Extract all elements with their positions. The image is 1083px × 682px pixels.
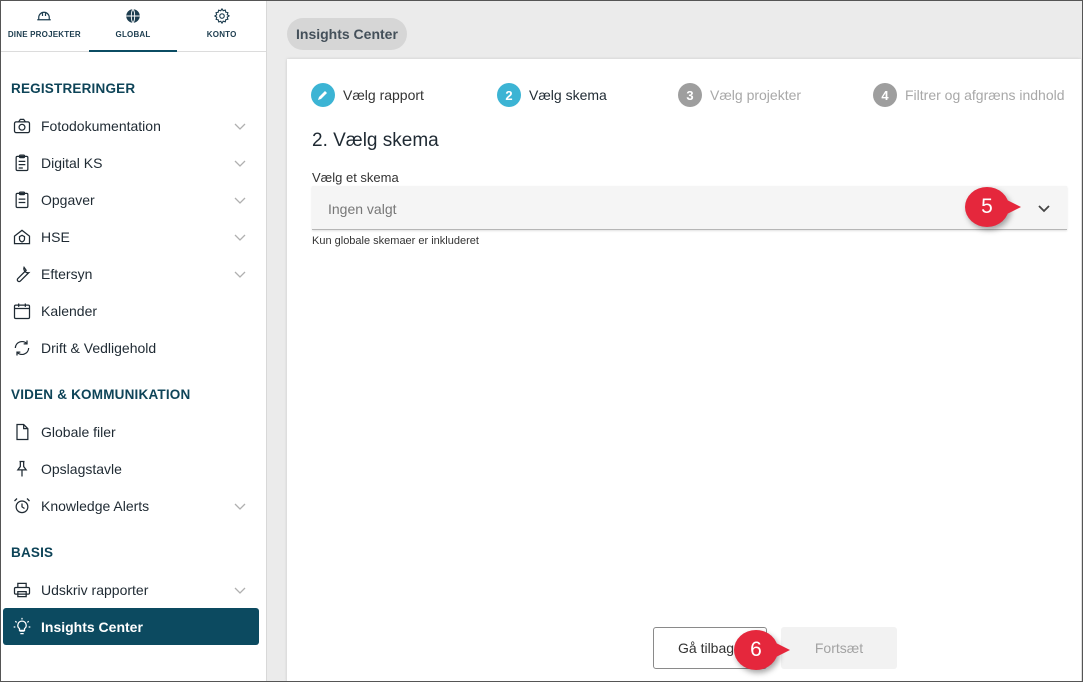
breadcrumb: Insights Center: [287, 18, 407, 50]
pencil-icon: [311, 83, 335, 107]
sidebar-item-label: Knowledge Alerts: [41, 497, 150, 514]
gear-icon: [213, 7, 230, 25]
sidebar-item-globale-filer[interactable]: Globale filer: [3, 413, 259, 450]
chevron-down-icon[interactable]: [233, 193, 247, 207]
step-4[interactable]: 4 Filtrer og afgræns indhold: [873, 83, 1065, 107]
section-viden-kommunikation: VIDEN & KOMMUNIKATION: [11, 387, 191, 402]
sidebar-item-fotodokumentation[interactable]: Fotodokumentation: [3, 107, 259, 144]
wrench-icon: [11, 263, 33, 285]
tab-global[interactable]: GLOBAL: [88, 0, 178, 52]
wizard-card: Vælg rapport 2 Vælg skema 3 Vælg projekt…: [287, 59, 1081, 682]
helmet-icon: [37, 11, 52, 21]
step-3[interactable]: 3 Vælg projekter: [678, 83, 801, 107]
clipboard-list-icon: [11, 189, 33, 211]
house-shield-icon: [11, 226, 33, 248]
step-number: 2: [497, 83, 521, 107]
section-basis: BASIS: [11, 545, 54, 560]
sidebar-item-hse[interactable]: HSE: [3, 218, 259, 255]
tab-label: KONTO: [206, 30, 237, 39]
lightbulb-icon: [11, 616, 33, 638]
pin-icon: [11, 458, 33, 480]
step-heading: 2. Vælg skema: [312, 130, 439, 151]
step-label: Vælg rapport: [343, 87, 424, 103]
sidebar-item-label: Eftersyn: [41, 265, 93, 282]
sidebar: DINE PROJEKTER GLOBAL KONTO REGISTRERING…: [0, 0, 267, 682]
callout-marker-6: 6: [734, 630, 790, 670]
chevron-down-icon[interactable]: [233, 267, 247, 281]
select-hint: Kun globale skemaer er inkluderet: [312, 235, 479, 247]
marker-number: 6: [750, 638, 762, 661]
sidebar-item-knowledge-alerts[interactable]: Knowledge Alerts: [3, 487, 259, 524]
chevron-down-icon[interactable]: [233, 583, 247, 597]
alarm-clock-icon: [11, 495, 33, 517]
sync-icon: [11, 337, 33, 359]
continue-button[interactable]: Fortsæt: [781, 627, 897, 669]
marker-pointer: [776, 643, 790, 657]
sidebar-item-label: Globale filer: [41, 423, 116, 440]
marker-number: 5: [981, 195, 993, 218]
step-2[interactable]: 2 Vælg skema: [497, 83, 607, 107]
select-label: Vælg et skema: [312, 170, 399, 185]
sidebar-item-opslagstavle[interactable]: Opslagstavle: [3, 450, 259, 487]
sidebar-item-insights-center[interactable]: Insights Center: [3, 608, 259, 645]
sidebar-item-label: Digital KS: [41, 154, 103, 171]
sidebar-item-digital-ks[interactable]: Digital KS: [3, 144, 259, 181]
sidebar-item-label: Opgaver: [41, 191, 95, 208]
chevron-down-icon[interactable]: [233, 119, 247, 133]
sidebar-item-label: Fotodokumentation: [41, 117, 161, 134]
chevron-down-icon[interactable]: [233, 156, 247, 170]
sidebar-item-eftersyn[interactable]: Eftersyn: [3, 255, 259, 292]
callout-marker-5: 5: [965, 187, 1021, 227]
sidebar-item-kalender[interactable]: Kalender: [3, 292, 259, 329]
top-navigation: DINE PROJEKTER GLOBAL KONTO: [0, 0, 266, 52]
select-value: Ingen valgt: [328, 201, 397, 217]
sidebar-item-udskriv-rapporter[interactable]: Udskriv rapporter: [3, 571, 259, 608]
globe-icon: [126, 8, 140, 24]
sidebar-item-label: Opslagstavle: [41, 460, 122, 477]
step-label: Filtrer og afgræns indhold: [905, 87, 1065, 103]
step-1[interactable]: Vælg rapport: [311, 83, 424, 107]
step-label: Vælg projekter: [710, 87, 802, 103]
step-number: 4: [873, 83, 897, 107]
sidebar-item-label: Insights Center: [41, 618, 143, 635]
step-label: Vælg skema: [529, 87, 607, 103]
sidebar-item-label: HSE: [41, 228, 70, 245]
tab-konto[interactable]: KONTO: [177, 0, 266, 51]
chevron-down-icon[interactable]: [233, 230, 247, 244]
tab-dine-projekter[interactable]: DINE PROJEKTER: [0, 0, 89, 51]
tab-label: DINE PROJEKTER: [7, 30, 81, 39]
sidebar-item-drift-vedligehold[interactable]: Drift & Vedligehold: [3, 329, 259, 366]
schema-select[interactable]: Ingen valgt: [312, 186, 1067, 230]
camera-icon: [11, 115, 33, 137]
sidebar-item-label: Drift & Vedligehold: [41, 339, 157, 356]
clipboard-check-icon: [11, 152, 33, 174]
chevron-down-icon[interactable]: [233, 499, 247, 513]
marker-pointer: [1007, 200, 1021, 214]
section-registreringer: REGISTRERINGER: [11, 81, 136, 96]
file-icon: [11, 421, 33, 443]
tab-label: GLOBAL: [115, 30, 151, 39]
sidebar-item-label: Kalender: [41, 302, 98, 319]
printer-icon: [11, 579, 33, 601]
chevron-down-icon[interactable]: [1036, 200, 1052, 216]
sidebar-item-label: Udskriv rapporter: [41, 581, 149, 598]
step-number: 3: [678, 83, 702, 107]
sidebar-item-opgaver[interactable]: Opgaver: [3, 181, 259, 218]
calendar-icon: [11, 300, 33, 322]
